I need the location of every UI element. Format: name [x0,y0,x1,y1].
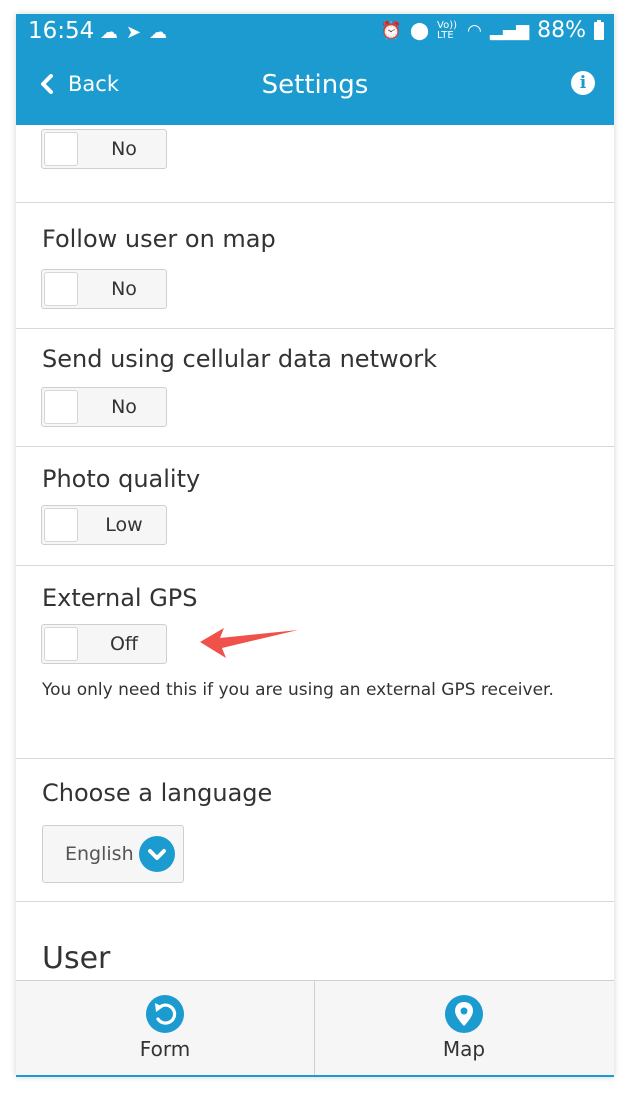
info-icon[interactable]: i [571,71,595,95]
setting-label: Follow user on map [42,225,276,253]
external-gps-help: You only need this if you are using an e… [42,680,554,700]
status-time: 16:54 [28,18,95,44]
toggle-knob [44,508,78,542]
cellular-toggle[interactable]: No [41,387,167,427]
volte-icon: Vo)) LTE [437,19,458,41]
toggle-knob [44,390,78,424]
tab-map[interactable]: Map [315,981,613,1076]
status-bar: 16:54 ☁➤☁ ⏰ ⬤ Vo)) LTE ◠ ▂▄▆ 88% [16,14,614,54]
toggle-value: No [111,396,137,418]
user-section-heading: User [42,941,111,976]
app-header: 16:54 ☁➤☁ ⏰ ⬤ Vo)) LTE ◠ ▂▄▆ 88% Back Se [16,14,614,125]
toggle-knob [44,627,78,661]
status-right: ⏰ ⬤ Vo)) LTE ◠ ▂▄▆ 88% [381,18,604,43]
wifi-icon: ◠ [467,20,482,41]
bottom-accent-line [16,1075,614,1077]
language-label: Choose a language [42,779,273,807]
toggle-value: No [111,138,137,160]
battery-icon [594,19,604,40]
setting-row-photo-quality: Photo quality Low [16,447,614,566]
location-icon: ⬤ [409,20,430,41]
toggle-knob [44,132,78,166]
notification-icons: ☁➤☁ [100,22,175,43]
page-title: Settings [261,70,369,100]
toggle-value: Low [105,514,143,536]
tab-form[interactable]: Form [16,981,315,1076]
language-value: English [65,843,134,865]
setting-row-cellular: Send using cellular data network No [16,329,614,447]
setting-row-follow-user: Follow user on map No [16,203,614,329]
setting-label: External GPS [42,584,198,612]
nav-row: Back Settings i [16,66,614,116]
tab-label: Map [442,1037,486,1061]
tab-label: Form [139,1037,191,1061]
bottom-nav: Form Map [16,980,614,1077]
toggle-knob [44,272,78,306]
battery-percent: 88% [537,18,586,43]
setting-toggle[interactable]: No [41,129,167,169]
toggle-value: No [111,278,137,300]
phone-screen: 16:54 ☁➤☁ ⏰ ⬤ Vo)) LTE ◠ ▂▄▆ 88% Back Se [16,14,614,1077]
map-pin-icon [445,995,483,1033]
undo-icon [146,995,184,1033]
language-select[interactable]: English [42,825,184,883]
settings-list: No Follow user on map No Send using cell… [16,125,614,980]
setting-row: No [16,125,614,203]
telegram-icon: ➤ [126,22,150,43]
signal-icon: ▂▄▆ [489,20,530,41]
cloud-download-icon: ☁ [100,22,126,43]
external-gps-toggle[interactable]: Off [41,624,167,664]
chevron-down-icon [139,836,175,872]
toggle-value: Off [109,633,139,655]
setting-label: Photo quality [42,465,201,493]
follow-user-toggle[interactable]: No [41,269,167,309]
cloud-icon: ☁ [149,22,176,43]
annotation-arrow [200,628,298,658]
photo-quality-toggle[interactable]: Low [41,505,167,545]
alarm-icon: ⏰ [380,20,402,41]
setting-label: Send using cellular data network [42,345,438,373]
setting-row-language: Choose a language English [16,759,614,902]
